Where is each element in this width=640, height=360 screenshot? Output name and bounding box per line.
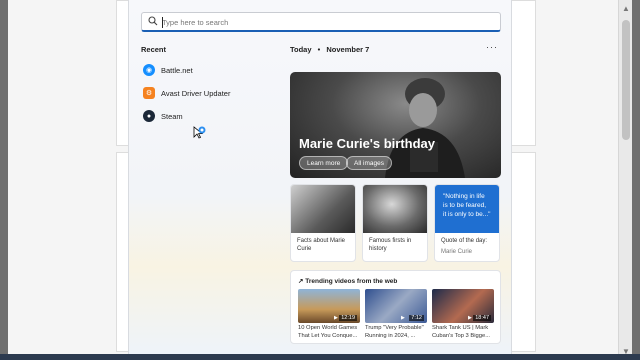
search-box[interactable]: [141, 12, 501, 32]
trending-arrow-icon: ↗: [298, 278, 304, 285]
scroll-up-icon[interactable]: ▲: [622, 4, 630, 13]
search-icon: [148, 16, 158, 26]
trending-heading: ↗ Trending videos from the web: [298, 277, 397, 285]
card-facts-marie-curie[interactable]: Facts about Marie Curie: [290, 184, 356, 262]
video-caption: Trump "Very Probable" Running in 2024, .…: [365, 325, 424, 339]
app-label: Steam: [161, 111, 183, 121]
hero-card[interactable]: Marie Curie's birthday Learn more All im…: [290, 72, 501, 178]
card-image: [363, 185, 427, 233]
trending-videos-card[interactable]: ↗ Trending videos from the web ▶ 12:19 1…: [290, 270, 501, 344]
start-search-panel: Recent ◉ Battle.net ⚙ Avast Driver Updat…: [128, 0, 512, 356]
learn-more-button[interactable]: Learn more: [299, 156, 349, 170]
more-options-icon[interactable]: ···: [486, 42, 498, 52]
video-thumbnail: ▶ 18:47: [432, 289, 494, 323]
date-label: November 7: [326, 45, 370, 54]
video-duration: 7:12: [409, 315, 424, 321]
video-thumbnail: ▶ 12:19: [298, 289, 360, 323]
steam-icon: ●: [143, 110, 155, 122]
play-icon: ▶: [401, 315, 405, 321]
day-label: Today: [290, 45, 312, 54]
battlenet-icon: ◉: [143, 64, 155, 76]
play-icon: ▶: [334, 315, 338, 321]
video-duration: 18:47: [473, 315, 491, 321]
video-caption: 10 Open World Games That Let You Conque.…: [298, 325, 358, 339]
trending-title: Trending videos from the web: [305, 278, 398, 285]
text-caret: [162, 17, 163, 28]
video-item[interactable]: ▶ 12:19 10 Open World Games That Let You…: [298, 289, 360, 340]
video-caption: Shark Tank US | Mark Cuban's Top 3 Bigge…: [432, 325, 491, 339]
recent-app-steam[interactable]: ● Steam: [143, 107, 183, 125]
all-images-button[interactable]: All images: [346, 156, 392, 170]
card-caption: Facts about Marie Curie: [297, 238, 346, 252]
taskbar: [0, 354, 640, 360]
recent-app-avast-driver-updater[interactable]: ⚙ Avast Driver Updater: [143, 84, 230, 102]
feed-date-heading: Today • November 7: [290, 45, 369, 54]
video-item[interactable]: ▶ 18:47 Shark Tank US | Mark Cuban's Top…: [432, 289, 494, 340]
card-image: [291, 185, 355, 233]
recent-app-battlenet[interactable]: ◉ Battle.net: [143, 61, 193, 79]
video-item[interactable]: ▶ 7:12 Trump "Very Probable" Running in …: [365, 289, 427, 340]
hero-title: Marie Curie's birthday: [299, 136, 436, 151]
background-scrollbar[interactable]: ▲ ▼: [618, 0, 632, 360]
app-label: Avast Driver Updater: [161, 88, 231, 98]
avast-driver-icon: ⚙: [143, 87, 155, 99]
recent-heading: Recent: [141, 45, 167, 54]
play-icon: ▶: [468, 315, 472, 321]
card-caption: Famous firsts in history: [369, 238, 412, 252]
date-separator: •: [317, 45, 321, 54]
quote-author: Marie Curie: [441, 249, 473, 255]
video-thumbnail: ▶ 7:12: [365, 289, 427, 323]
app-label: Battle.net: [161, 65, 193, 75]
card-caption: Quote of the day:: [441, 238, 488, 244]
card-quote-of-day[interactable]: "Nothing in life is to be feared, it is …: [434, 184, 500, 262]
search-input[interactable]: [162, 15, 482, 29]
video-duration: 12:19: [339, 315, 357, 321]
mouse-pointer-icon: [193, 126, 206, 139]
scrollbar-thumb[interactable]: [622, 20, 630, 140]
quote-text: "Nothing in life is to be feared, it is …: [435, 185, 499, 233]
card-famous-firsts[interactable]: Famous firsts in history: [362, 184, 428, 262]
